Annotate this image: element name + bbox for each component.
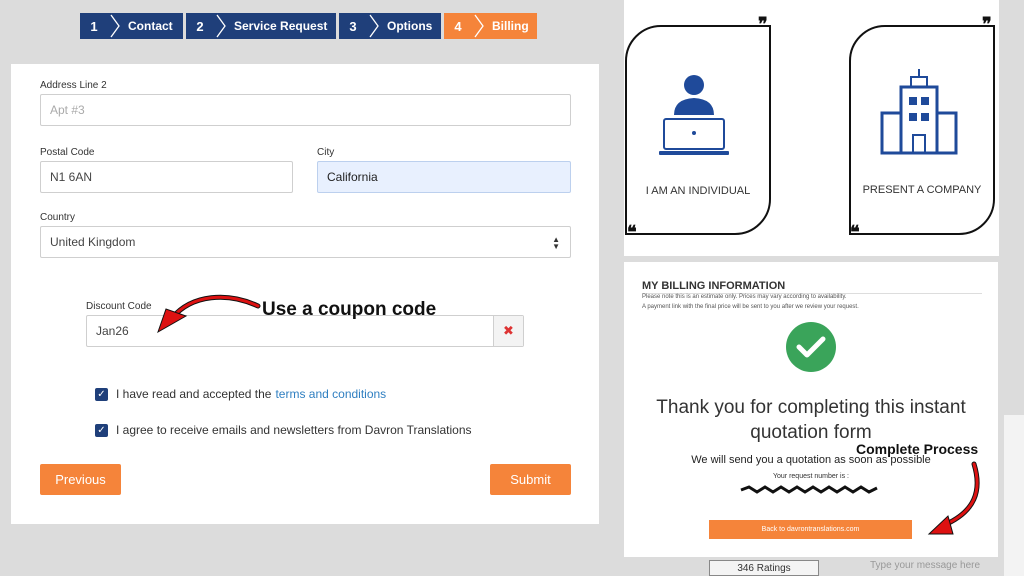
newsletter-text: I agree to receive emails and newsletter…	[116, 423, 472, 437]
progress-stepper: 1 Contact 2 Service Request 3 Options 4 …	[80, 13, 540, 39]
chevron-right-icon	[110, 14, 120, 38]
chevron-right-icon	[474, 14, 484, 38]
quote-icon: ❝	[850, 222, 860, 243]
success-check-icon	[786, 322, 836, 372]
newsletter-checkbox[interactable]: ✓	[95, 423, 108, 437]
step-number: 4	[454, 18, 462, 34]
quote-icon: ❝	[627, 222, 637, 243]
terms-checkbox-row: ✓ I have read and accepted the terms and…	[95, 387, 386, 401]
individual-label: I AM AN INDIVIDUAL	[645, 185, 751, 197]
submit-button[interactable]: Submit	[490, 464, 571, 495]
red-arrow-annotation	[927, 461, 980, 535]
building-icon	[880, 69, 958, 155]
country-value: United Kingdom	[50, 235, 136, 249]
step-number: 1	[90, 18, 98, 34]
step-billing[interactable]: 4 Billing	[444, 13, 537, 39]
terms-checkbox[interactable]: ✓	[95, 387, 108, 401]
company-label: PRESENT A COMPANY	[862, 184, 982, 196]
chevron-right-icon	[216, 14, 226, 38]
ratings-badge: 346 Ratings	[709, 560, 819, 576]
coupon-annotation: Use a coupon code	[262, 299, 437, 320]
step-label: Billing	[492, 19, 529, 33]
address-line-2-input[interactable]: Apt #3	[40, 94, 571, 126]
step-label: Service Request	[234, 19, 328, 33]
chat-message-input[interactable]: Type your message here	[870, 560, 980, 571]
terms-link[interactable]: terms and conditions	[275, 387, 386, 401]
billing-form-card: Address Line 2 Apt #3 Postal Code N1 6AN…	[11, 64, 599, 524]
back-to-site-button[interactable]: Back to davrontranslations.com	[709, 520, 912, 539]
discount-code-value: Jan26	[96, 324, 129, 338]
customer-type-panel: I AM AN INDIVIDUAL PRESENT A COMPANY ❞ ❞…	[624, 0, 999, 256]
newsletter-checkbox-row: ✓ I agree to receive emails and newslett…	[95, 423, 472, 437]
previous-button[interactable]: Previous	[40, 464, 121, 495]
step-label: Contact	[128, 19, 173, 33]
discount-code-label: Discount Code	[86, 301, 152, 312]
city-label: City	[317, 147, 335, 158]
quote-icon: ❞	[982, 14, 992, 35]
side-panel-edge	[1004, 415, 1024, 576]
red-arrow-annotation	[157, 294, 261, 334]
quote-icon: ❞	[758, 14, 768, 35]
person-laptop-icon	[659, 75, 729, 155]
thanks-heading-line1: Thank you for completing this instant	[656, 397, 966, 418]
country-select[interactable]: United Kingdom ▲ ▼	[40, 226, 571, 258]
step-label: Options	[387, 19, 433, 33]
estimate-note: Please note this is an estimate only. Pr…	[642, 294, 847, 300]
country-label: Country	[40, 212, 76, 223]
city-input[interactable]: California	[317, 161, 571, 193]
redacted-request-number	[740, 485, 878, 494]
step-number: 3	[349, 18, 357, 34]
billing-title: MY BILLING INFORMATION	[642, 280, 786, 292]
address-line-2-label: Address Line 2	[40, 80, 107, 91]
company-choice[interactable]: PRESENT A COMPANY	[849, 25, 995, 235]
step-options[interactable]: 3 Options	[339, 13, 441, 39]
payment-note: A payment link with the final price will…	[642, 304, 859, 310]
individual-choice[interactable]: I AM AN INDIVIDUAL	[625, 25, 771, 235]
select-arrows-icon: ▲ ▼	[552, 235, 560, 251]
clear-discount-button[interactable]: ✖	[493, 316, 523, 346]
postal-code-label: Postal Code	[40, 147, 95, 158]
step-contact[interactable]: 1 Contact	[80, 13, 183, 39]
step-service-request[interactable]: 2 Service Request	[186, 13, 336, 39]
chevron-right-icon	[369, 14, 379, 38]
terms-text: I have read and accepted the	[116, 387, 272, 401]
step-number: 2	[196, 18, 204, 34]
complete-process-annotation: Complete Process	[856, 441, 979, 457]
postal-code-input[interactable]: N1 6AN	[40, 161, 293, 193]
